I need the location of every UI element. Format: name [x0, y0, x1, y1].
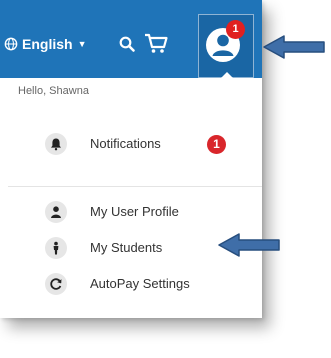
menu-item-label: My User Profile — [90, 204, 179, 219]
refresh-icon — [45, 273, 67, 295]
user-icon — [45, 201, 67, 223]
language-selector[interactable]: English ▼ — [4, 36, 86, 52]
notification-badge: 1 — [226, 20, 245, 39]
student-icon — [45, 237, 67, 259]
menu-item-notifications[interactable]: Notifications 1 — [0, 126, 262, 162]
notification-count-badge: 1 — [207, 135, 226, 154]
globe-icon — [4, 37, 18, 51]
top-navbar: English ▼ 1 — [0, 0, 262, 80]
menu-divider — [8, 186, 262, 187]
menu-item-autopay-settings[interactable]: AutoPay Settings — [0, 266, 262, 302]
menu-item-user-profile[interactable]: My User Profile — [0, 194, 262, 230]
caret-down-icon: ▼ — [77, 39, 87, 49]
screenshot-frame: English ▼ 1 Hello, Shawna Notifications … — [0, 0, 262, 318]
search-icon[interactable] — [118, 35, 136, 53]
menu-item-label: Notifications — [90, 136, 161, 151]
user-dropdown-menu: Hello, Shawna Notifications 1 My User Pr… — [0, 78, 262, 318]
annotation-arrow-user-menu — [263, 35, 325, 59]
cart-icon[interactable] — [143, 32, 169, 54]
menu-item-label: AutoPay Settings — [90, 276, 190, 291]
annotation-arrow-my-students — [218, 233, 280, 257]
greeting-text: Hello, Shawna — [18, 85, 89, 97]
user-menu-button[interactable]: 1 — [198, 14, 254, 80]
menu-item-label: My Students — [90, 240, 163, 255]
bell-icon — [45, 133, 67, 155]
language-label: English — [22, 36, 73, 52]
